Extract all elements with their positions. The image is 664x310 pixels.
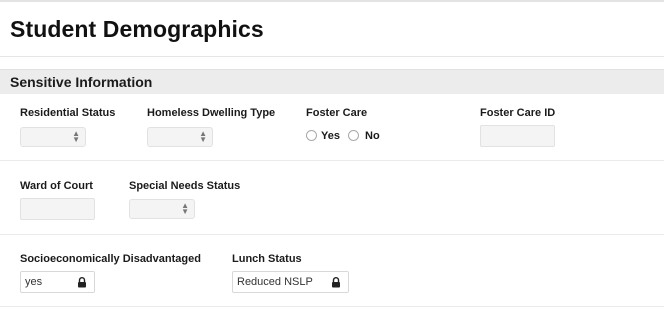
- ward-of-court-label: Ward of Court: [20, 180, 93, 192]
- row-divider: [0, 160, 664, 161]
- homeless-dwelling-type-label: Homeless Dwelling Type: [147, 107, 276, 119]
- socioeconomically-disadvantaged-field: yes: [20, 271, 95, 293]
- lunch-status-value: Reduced NSLP: [237, 276, 313, 288]
- row-divider: [0, 306, 664, 307]
- foster-care-label: Foster Care: [306, 107, 368, 119]
- special-needs-status-select[interactable]: ▲ ▼: [129, 199, 195, 219]
- lock-icon: [78, 277, 86, 288]
- ward-of-court-input[interactable]: [20, 198, 95, 220]
- residential-status-select[interactable]: ▲ ▼: [20, 127, 86, 147]
- special-needs-status-label: Special Needs Status: [129, 180, 241, 192]
- socioeconomically-disadvantaged-value: yes: [25, 276, 43, 288]
- page-title: Student Demographics: [10, 16, 264, 42]
- socioeconomically-disadvantaged-label: Socioeconomically Disadvantaged: [20, 253, 201, 265]
- section-title: Sensitive Information: [10, 74, 153, 90]
- foster-care-no-label[interactable]: No: [365, 130, 380, 142]
- top-divider: [0, 0, 664, 2]
- foster-care-id-input[interactable]: [480, 125, 555, 147]
- section-header: Sensitive Information: [0, 69, 664, 94]
- lock-icon: [332, 277, 340, 288]
- foster-care-id-label: Foster Care ID: [480, 107, 556, 119]
- residential-status-label: Residential Status: [20, 107, 116, 119]
- row-divider: [0, 234, 664, 235]
- lunch-status-label: Lunch Status: [232, 253, 302, 265]
- foster-care-yes-label[interactable]: Yes: [321, 130, 340, 142]
- foster-care-yes-radio[interactable]: [306, 130, 317, 141]
- updown-arrows-icon: ▲ ▼: [199, 129, 207, 144]
- homeless-dwelling-type-select[interactable]: ▲ ▼: [147, 127, 213, 147]
- updown-arrows-icon: ▲ ▼: [72, 129, 80, 144]
- title-divider: [0, 56, 664, 57]
- foster-care-no-radio[interactable]: [348, 130, 359, 141]
- updown-arrows-icon: ▲ ▼: [181, 201, 189, 216]
- lunch-status-field: Reduced NSLP: [232, 271, 349, 293]
